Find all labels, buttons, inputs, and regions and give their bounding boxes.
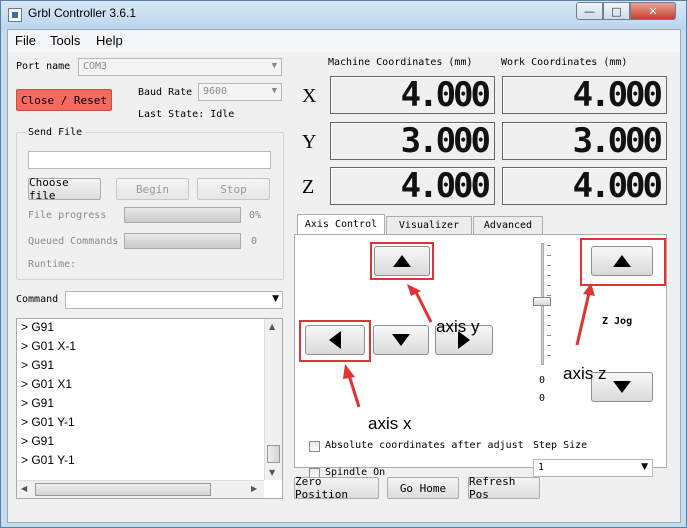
work-y-display: 3.000: [502, 121, 667, 161]
last-state: Last State: Idle: [138, 109, 235, 120]
go-home-button[interactable]: Go Home: [387, 477, 459, 499]
step-size-value: 1: [538, 462, 545, 473]
axis-x-annotation: axis x: [368, 414, 412, 433]
log-horizontal-scrollbar[interactable]: ◀ ▶: [17, 480, 264, 498]
work-coords-header: Work Coordinates (mm): [501, 57, 628, 68]
command-label: Command: [16, 294, 59, 305]
work-z-display: 4.000: [502, 166, 667, 206]
file-path-input[interactable]: [28, 151, 271, 169]
scroll-thumb[interactable]: [267, 445, 280, 463]
step-size-select[interactable]: 1 ▼: [533, 459, 653, 477]
axis-z-arrow-icon: [575, 292, 591, 346]
axis-y-annotation: axis y: [436, 317, 480, 336]
machine-z-display: 4.000: [330, 166, 495, 206]
log-line: > G01 Y-1: [21, 415, 75, 429]
port-select[interactable]: COM3 ▼: [78, 58, 282, 76]
send-file-title: Send File: [26, 127, 85, 138]
scroll-down-icon[interactable]: ▼: [269, 468, 275, 477]
axis-x-arrowhead-icon: [343, 364, 355, 379]
scroll-right-icon[interactable]: ▶: [251, 484, 257, 493]
absolute-coords-label: Absolute coordinates after adjust: [325, 440, 524, 451]
title-bar[interactable]: Grbl Controller 3.6.1 — □ ✕: [1, 1, 686, 29]
begin-button[interactable]: Begin: [116, 178, 189, 200]
choose-file-button[interactable]: Choose file: [28, 176, 101, 202]
axis-z-annotation: axis z: [563, 364, 607, 383]
port-value: COM3: [83, 61, 108, 72]
log-line: > G91: [21, 396, 55, 410]
zero-position-button[interactable]: Zero Position: [294, 475, 379, 501]
window-title: Grbl Controller 3.6.1: [28, 6, 137, 20]
chevron-down-icon: ▼: [271, 86, 277, 96]
chevron-down-icon: ▼: [271, 61, 277, 71]
axis-z-label: Z: [302, 176, 315, 198]
file-progress-bar: [124, 207, 241, 223]
baud-select[interactable]: 9600 ▼: [198, 83, 282, 101]
runtime-label: Runtime:: [28, 259, 77, 270]
axis-x-label: X: [302, 85, 317, 107]
command-log[interactable]: > G91 > G01 X-1 > G91 > G01 X1 > G91 > G…: [16, 318, 283, 499]
log-line: > G91: [21, 434, 55, 448]
axis-z-arrowhead-icon: [583, 283, 595, 296]
step-size-label: Step Size: [533, 440, 588, 451]
menu-tools[interactable]: Tools: [50, 33, 80, 48]
close-reset-button[interactable]: Close / Reset: [16, 89, 112, 111]
machine-y-display: 3.000: [330, 121, 495, 161]
menu-file[interactable]: File: [15, 33, 36, 48]
baud-label: Baud Rate: [138, 87, 193, 98]
stop-button[interactable]: Stop: [197, 178, 270, 200]
axis-y-arrowhead-icon: [407, 284, 421, 296]
client-area: File Tools Help Port name COM3 ▼ Close /…: [7, 29, 681, 523]
tab-advanced[interactable]: Advanced: [473, 216, 543, 234]
log-line: > G01 X1: [21, 377, 73, 391]
queued-commands-bar: [124, 233, 241, 249]
app-window: Grbl Controller 3.6.1 — □ ✕ File Tools H…: [0, 0, 687, 528]
log-line: > G91: [21, 358, 55, 372]
tab-visualizer[interactable]: Visualizer: [386, 216, 472, 234]
command-input[interactable]: ▼: [65, 291, 283, 309]
queued-commands-label: Queued Commands: [28, 236, 119, 247]
machine-coords-header: Machine Coordinates (mm): [328, 57, 473, 68]
axis-y-label: Y: [302, 131, 317, 153]
log-line: > G01 X-1: [21, 339, 77, 353]
file-progress-value: 0%: [249, 210, 262, 221]
scroll-thumb[interactable]: [35, 483, 211, 496]
scroll-up-icon[interactable]: ▲: [269, 322, 275, 331]
axis-x-arrow-icon: [347, 374, 361, 408]
menu-bar: File Tools Help: [8, 30, 680, 52]
file-progress-label: File progress: [28, 210, 107, 221]
menu-help[interactable]: Help: [96, 33, 123, 48]
refresh-pos-button[interactable]: Refresh Pos: [468, 475, 540, 501]
chevron-down-icon: ▼: [272, 294, 279, 304]
log-vertical-scrollbar[interactable]: ▲ ▼: [264, 319, 282, 480]
log-line: > G91: [21, 320, 55, 334]
baud-value: 9600: [203, 86, 228, 97]
port-label: Port name: [16, 61, 71, 72]
absolute-coords-checkbox[interactable]: [309, 441, 320, 452]
annotation-arrows: [343, 283, 595, 408]
log-line: > G01 Y-1: [21, 453, 75, 467]
machine-x-display: 4.000: [330, 75, 495, 115]
tab-axis-control[interactable]: Axis Control: [297, 214, 385, 234]
queued-commands-value: 0: [251, 236, 258, 247]
tab-bar: Axis Control Visualizer Advanced: [294, 214, 668, 236]
axis-control-panel: 0 0 Z Jog axis y axis x axis z Absolute …: [294, 234, 667, 479]
maximize-button[interactable]: □: [603, 2, 630, 20]
scroll-left-icon[interactable]: ◀: [21, 484, 27, 493]
app-icon: [8, 8, 22, 22]
chevron-down-icon: ▼: [641, 462, 648, 472]
minimize-button[interactable]: —: [576, 2, 603, 20]
axis-y-arrow-icon: [413, 289, 433, 323]
work-x-display: 4.000: [502, 75, 667, 115]
close-button[interactable]: ✕: [630, 2, 676, 20]
